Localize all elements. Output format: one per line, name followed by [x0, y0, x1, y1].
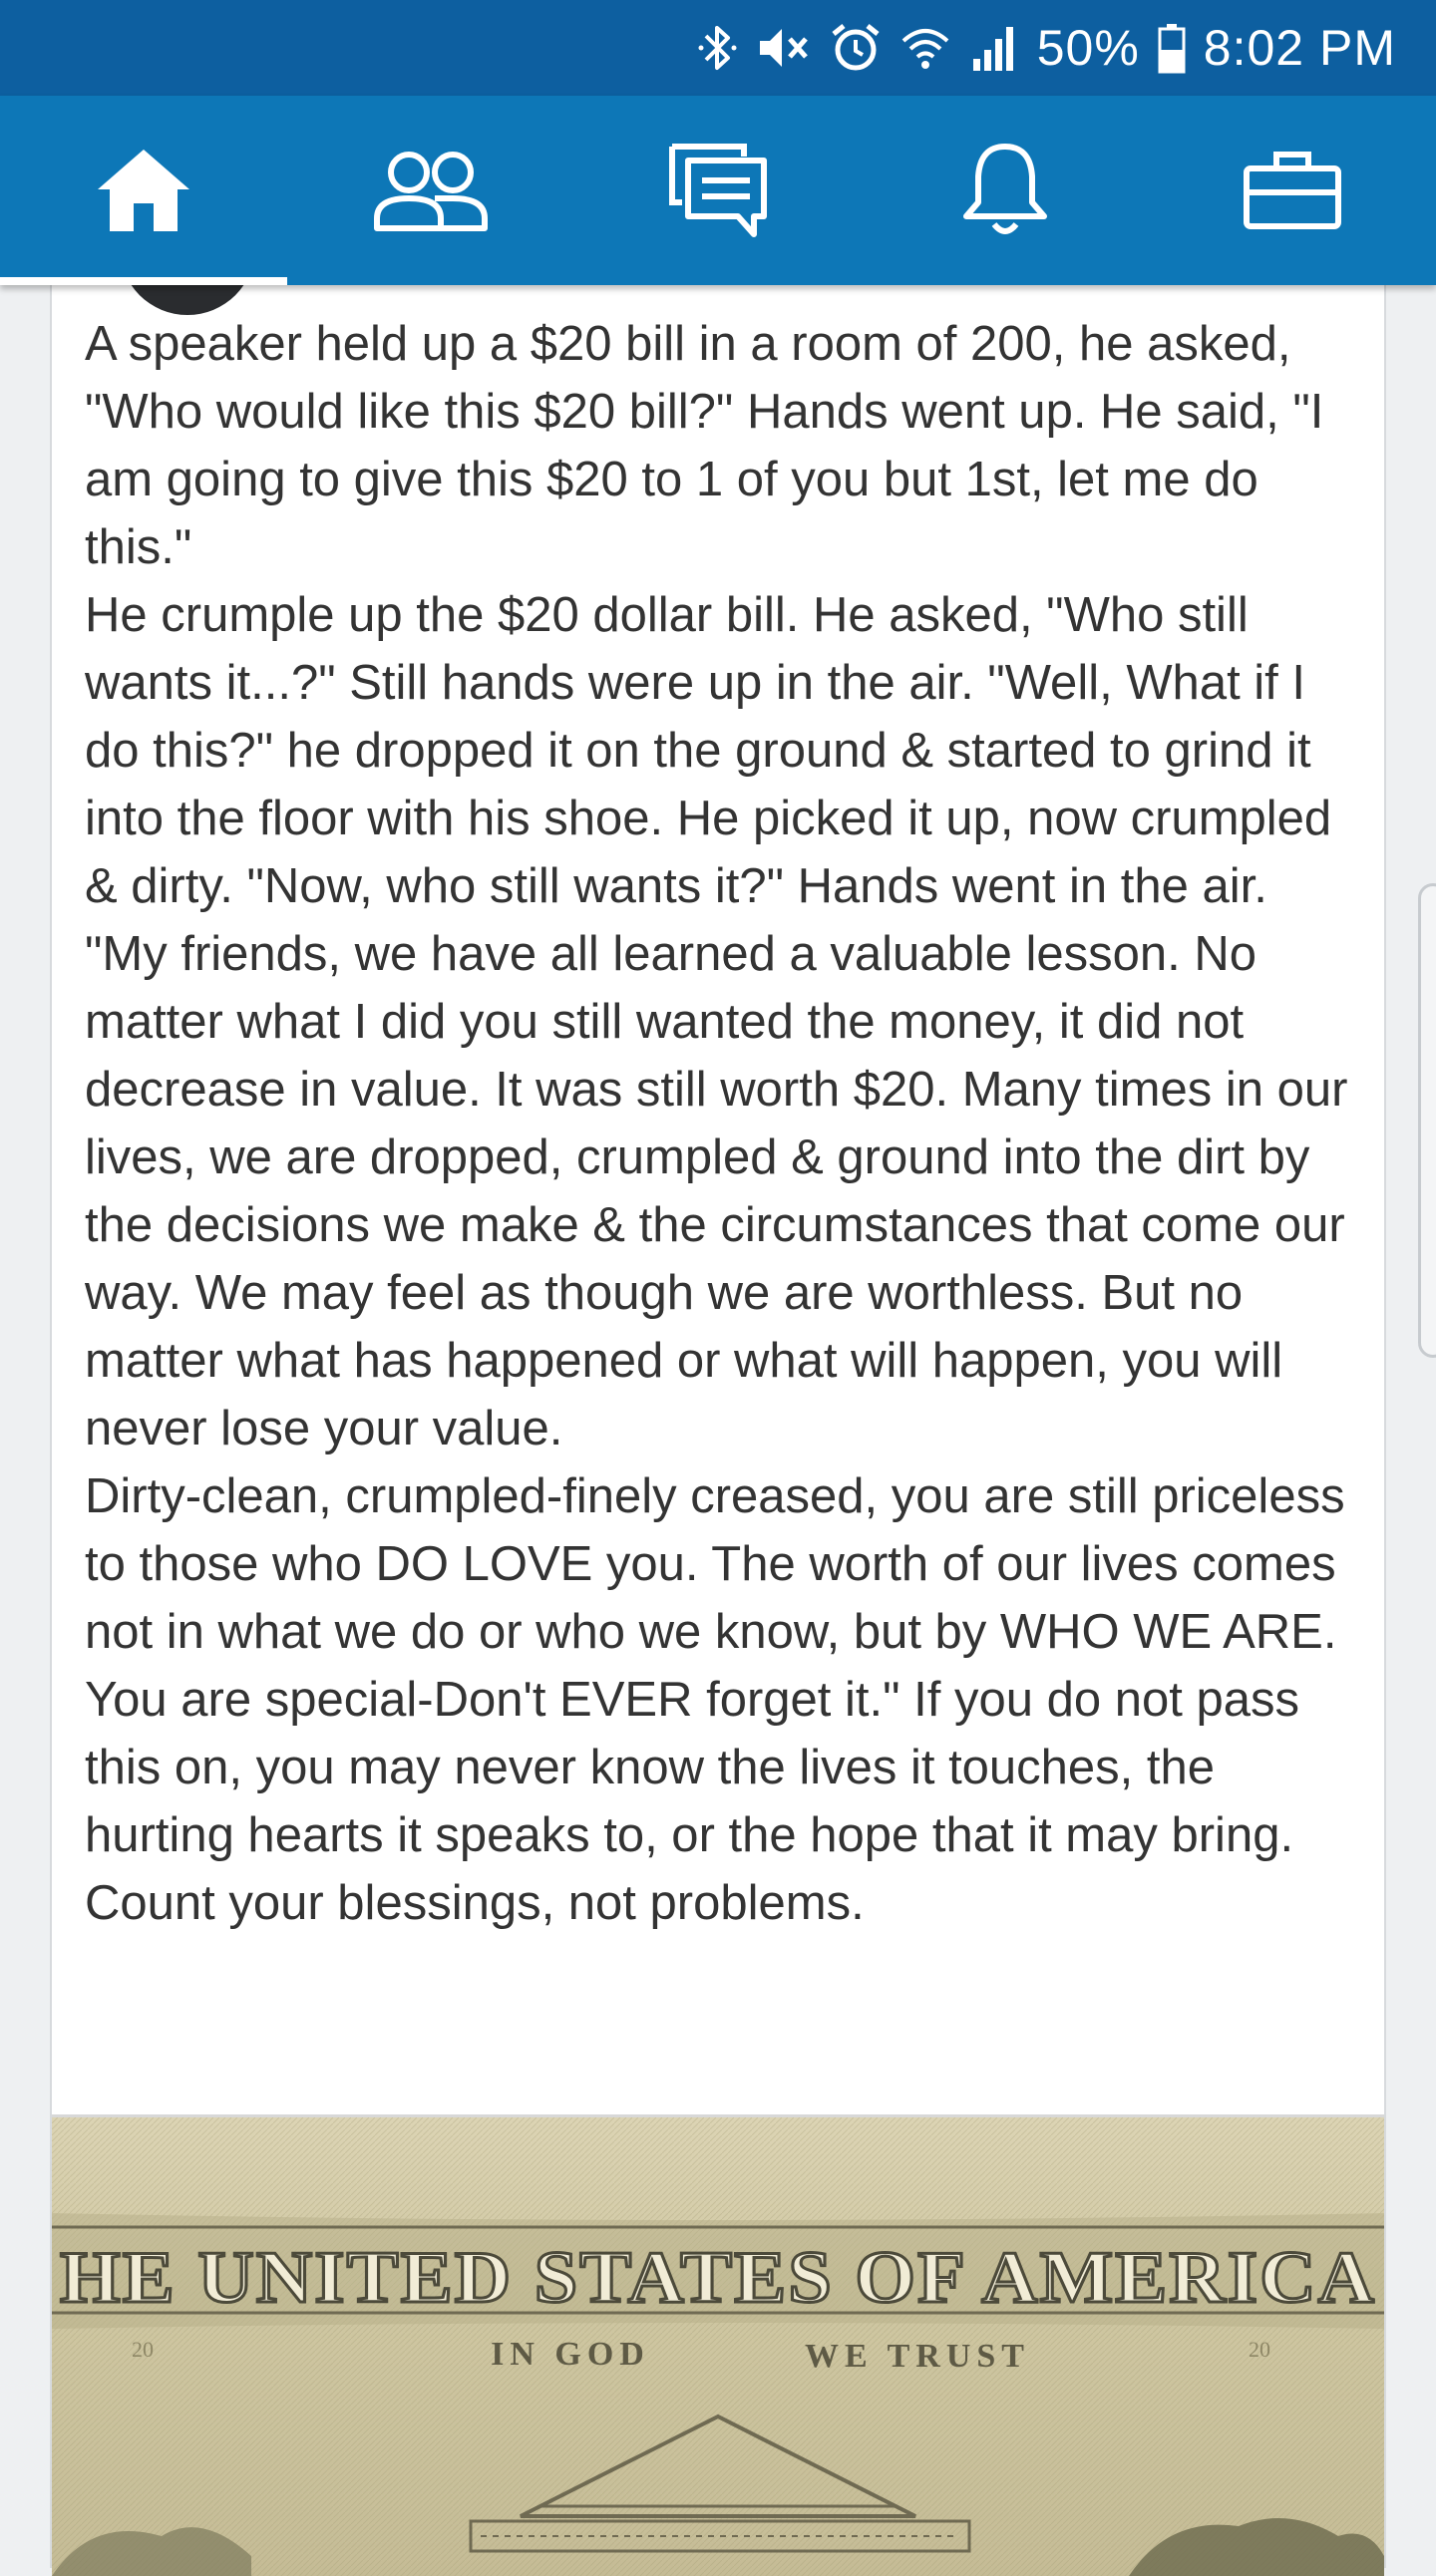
bill-motto-left: IN GOD — [491, 2336, 650, 2373]
bill-banner-text: HE UNITED STATES OF AMERICA — [60, 2237, 1376, 2319]
tab-messaging[interactable] — [574, 96, 862, 285]
post-paragraph: "My friends, we have all learned a valua… — [85, 927, 1348, 1455]
bluetooth-icon — [698, 22, 738, 74]
feed[interactable]: A speaker held up a $20 bill in a room o… — [0, 179, 1436, 2576]
bill-motto-right: WE TRUST — [805, 2338, 1030, 2375]
wifi-icon — [899, 23, 951, 73]
battery-icon — [1158, 22, 1186, 74]
home-icon — [94, 146, 193, 235]
messages-icon — [666, 141, 770, 240]
tab-network[interactable] — [287, 96, 574, 285]
tab-home[interactable] — [0, 96, 287, 285]
post-image[interactable]: HE UNITED STATES OF AMERICA IN GOD WE TR… — [52, 2117, 1384, 2576]
status-bar: 50% 8:02 PM — [0, 0, 1436, 96]
post-paragraph: Dirty-clean, crumpled-finely creased, yo… — [85, 1469, 1345, 1659]
alarm-icon — [830, 22, 882, 74]
scroll-handle[interactable] — [1418, 883, 1436, 1358]
signal-icon — [969, 23, 1019, 73]
post-text: A speaker held up a $20 bill in a room o… — [85, 310, 1371, 1937]
mute-icon — [756, 23, 812, 73]
people-icon — [369, 149, 493, 232]
post-paragraph: He crumple up the $20 dollar bill. He as… — [85, 588, 1332, 913]
post-card: A speaker held up a $20 bill in a room o… — [50, 179, 1386, 2576]
tab-jobs[interactable] — [1149, 96, 1436, 285]
clock: 8:02 PM — [1203, 20, 1396, 76]
tab-notifications[interactable] — [862, 96, 1149, 285]
briefcase-icon — [1241, 149, 1344, 232]
battery-percent: 50% — [1036, 20, 1140, 76]
svg-text:20: 20 — [1249, 2337, 1270, 2362]
top-nav-bar — [0, 96, 1436, 285]
svg-text:20: 20 — [132, 2337, 154, 2362]
post-paragraph: You are special-Don't EVER forget it." I… — [85, 1673, 1299, 1930]
post-paragraph: A speaker held up a $20 bill in a room o… — [85, 317, 1324, 574]
bell-icon — [960, 141, 1050, 240]
